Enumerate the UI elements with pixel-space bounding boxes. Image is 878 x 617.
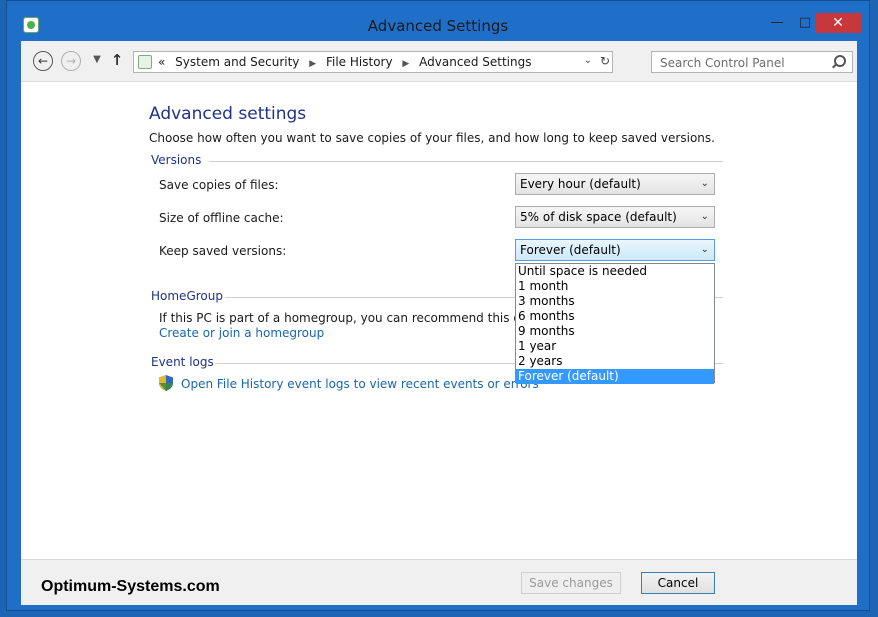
- dropdown-option[interactable]: 2 years: [516, 354, 714, 369]
- navigation-bar: ← → ▼ ↑ « System and Security ▶ File His…: [21, 41, 857, 81]
- save-copies-select[interactable]: Every hour (default) ⌄: [515, 173, 715, 195]
- window: Advanced Settings — □ ✕ ← → ▼ ↑ « System…: [6, 0, 870, 611]
- window-title: Advanced Settings: [367, 17, 509, 35]
- dropdown-option[interactable]: 1 year: [516, 339, 714, 354]
- chevron-down-icon: ⌄: [700, 211, 709, 222]
- footer: Optimum-Systems.com Save changes Cancel: [21, 559, 857, 605]
- back-arrow-icon[interactable]: ←: [33, 51, 53, 71]
- chevron-down-icon: ⌄: [700, 244, 709, 255]
- event-logs-link[interactable]: Open File History event logs to view rec…: [181, 377, 539, 391]
- page-description: Choose how often you want to save copies…: [149, 131, 715, 145]
- breadcrumb-file-history[interactable]: File History: [326, 55, 393, 69]
- dropdown-option[interactable]: 1 month: [516, 279, 714, 294]
- save-changes-button[interactable]: Save changes: [521, 572, 621, 594]
- create-homegroup-link[interactable]: Create or join a homegroup: [159, 326, 324, 340]
- uac-shield-icon: [159, 375, 173, 391]
- chevron-down-icon: ⌄: [700, 178, 709, 189]
- breadcrumb-system-security[interactable]: System and Security: [175, 55, 299, 69]
- save-copies-label: Save copies of files:: [159, 178, 279, 192]
- address-bar[interactable]: « System and Security ▶ File History ▶ A…: [133, 51, 613, 73]
- cancel-button[interactable]: Cancel: [641, 572, 715, 594]
- main-content: Advanced settings Choose how often you w…: [21, 81, 857, 560]
- page-title: Advanced settings: [149, 104, 307, 124]
- forward-arrow-icon[interactable]: →: [61, 51, 81, 71]
- dropdown-option-selected[interactable]: Forever (default): [516, 369, 714, 384]
- breadcrumb: « System and Security ▶ File History ▶ A…: [158, 55, 531, 69]
- dropdown-option[interactable]: 3 months: [516, 294, 714, 309]
- title-bar[interactable]: Advanced Settings — □ ✕: [7, 1, 869, 41]
- breadcrumb-advanced-settings[interactable]: Advanced Settings: [419, 55, 531, 69]
- watermark-text: Optimum-Systems.com: [41, 578, 220, 595]
- breadcrumb-prefix[interactable]: «: [158, 55, 165, 69]
- versions-group-title: Versions: [151, 153, 202, 167]
- minimize-button[interactable]: —: [763, 13, 791, 33]
- up-arrow-icon[interactable]: ↑: [107, 51, 127, 71]
- keep-versions-select[interactable]: Forever (default) ⌄: [515, 239, 715, 261]
- control-panel-icon: [138, 55, 152, 69]
- dropdown-option[interactable]: 6 months: [516, 309, 714, 324]
- versions-divider: [209, 161, 723, 162]
- breadcrumb-separator-icon[interactable]: ▶: [402, 59, 409, 69]
- keep-versions-value: Forever (default): [520, 243, 621, 257]
- keep-versions-dropdown-list: Until space is needed 1 month 3 months 6…: [515, 263, 715, 384]
- offline-cache-label: Size of offline cache:: [159, 211, 284, 225]
- homegroup-text: If this PC is part of a homegroup, you c…: [159, 311, 560, 325]
- keep-versions-label: Keep saved versions:: [159, 244, 287, 258]
- dropdown-option[interactable]: 9 months: [516, 324, 714, 339]
- event-logs-group-title: Event logs: [151, 355, 214, 369]
- dropdown-option[interactable]: Until space is needed: [516, 264, 714, 279]
- offline-cache-value: 5% of disk space (default): [520, 210, 677, 224]
- chevron-down-icon[interactable]: ⌄: [584, 55, 592, 66]
- offline-cache-select[interactable]: 5% of disk space (default) ⌄: [515, 206, 715, 228]
- close-button[interactable]: ✕: [815, 13, 861, 33]
- search-icon[interactable]: [834, 55, 846, 67]
- search-box[interactable]: [651, 51, 853, 73]
- refresh-icon[interactable]: ↻: [600, 54, 610, 68]
- search-input[interactable]: [658, 54, 830, 72]
- breadcrumb-separator-icon[interactable]: ▶: [309, 59, 316, 69]
- homegroup-group-title: HomeGroup: [151, 289, 223, 303]
- save-copies-value: Every hour (default): [520, 177, 641, 191]
- recent-locations-chevron-icon[interactable]: ▼: [87, 51, 107, 71]
